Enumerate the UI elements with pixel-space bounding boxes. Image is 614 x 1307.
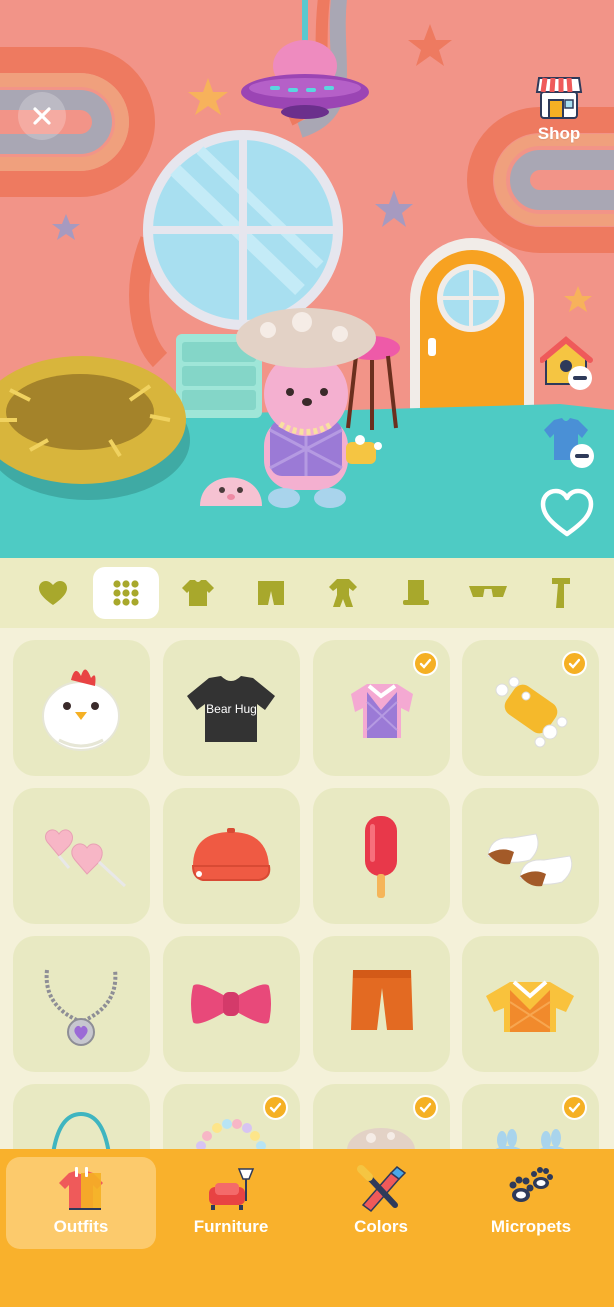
tab-accessories[interactable] <box>528 567 594 619</box>
tab-favorites[interactable] <box>20 567 86 619</box>
paw-icon <box>509 1167 553 1202</box>
bag-icon <box>51 1111 111 1149</box>
tab-all[interactable] <box>92 567 159 619</box>
scarf-icon <box>551 578 570 608</box>
nav-colors-label: Colors <box>354 1217 408 1236</box>
sunglasses-icon <box>469 586 508 597</box>
item-orange-shorts[interactable] <box>313 936 450 1072</box>
vest-orange-icon <box>486 980 574 1032</box>
shorts-icon <box>351 970 413 1030</box>
favorite-button[interactable] <box>540 488 594 545</box>
cap-icon <box>191 828 271 881</box>
nav-outfits-label: Outfits <box>53 1217 109 1236</box>
nav-micropets-label: Micropets <box>490 1217 572 1236</box>
item-heart-necklace[interactable] <box>13 936 150 1072</box>
grid-icon <box>112 580 139 606</box>
shirt-icon <box>182 580 215 606</box>
remove-furniture-button[interactable] <box>539 336 596 399</box>
close-icon <box>33 107 51 125</box>
tab-bottoms[interactable] <box>238 567 304 619</box>
category-bar <box>0 558 614 628</box>
heart-glasses-icon <box>45 829 127 888</box>
onesie-icon <box>329 579 358 607</box>
shoes-icon <box>487 833 573 887</box>
item-bead-bracelet[interactable] <box>163 1084 300 1149</box>
item-bubble-sponge[interactable] <box>462 640 599 776</box>
nav-furniture-label: Furniture <box>193 1217 269 1236</box>
item-orange-plaid-vest[interactable] <box>462 936 599 1072</box>
necklace-icon <box>44 969 118 1046</box>
bow-icon <box>191 984 271 1024</box>
shop-button[interactable]: Shop <box>528 72 590 152</box>
equipped-check-icon <box>562 1095 587 1120</box>
pants-icon <box>257 581 284 605</box>
nav-furniture[interactable]: Furniture <box>156 1157 306 1249</box>
popsicle-icon <box>365 816 397 898</box>
item-pink-bow[interactable] <box>163 936 300 1072</box>
paintbrush-icon <box>357 1165 407 1213</box>
house-minus-icon <box>539 336 593 390</box>
item-bunny-slippers[interactable] <box>462 1084 599 1149</box>
tab-hats[interactable] <box>383 567 449 619</box>
item-brown-shoes[interactable] <box>462 788 599 924</box>
tab-tops[interactable] <box>165 567 231 619</box>
room-illustration <box>0 0 614 558</box>
equipped-check-icon <box>562 651 587 676</box>
tab-glasses[interactable] <box>455 567 521 619</box>
item-teal-bag[interactable] <box>13 1084 150 1149</box>
item-grid: Bear Hug <box>0 628 614 1149</box>
item-mushroom-hat[interactable] <box>313 1084 450 1149</box>
shop-icon <box>535 77 583 119</box>
nav-colors[interactable]: Colors <box>306 1157 456 1249</box>
heart-outline-icon <box>540 488 594 537</box>
close-button[interactable] <box>18 92 66 140</box>
sofa-lamp-icon <box>209 1168 255 1210</box>
top-hat-icon <box>402 580 429 605</box>
nav-micropets[interactable]: Micropets <box>456 1157 606 1249</box>
heart-icon <box>39 581 67 605</box>
item-purple-plaid-vest[interactable] <box>313 640 450 776</box>
nav-outfits[interactable]: Outfits <box>6 1157 156 1249</box>
equipped-check-icon <box>263 1095 288 1120</box>
equipped-check-icon <box>413 1095 438 1120</box>
remove-outfit-button[interactable] <box>540 414 596 475</box>
item-popsicle[interactable] <box>313 788 450 924</box>
item-red-cap[interactable] <box>163 788 300 924</box>
tab-full-body[interactable] <box>310 567 376 619</box>
room-scene: Shop <box>0 0 614 558</box>
equipped-check-icon <box>413 651 438 676</box>
item-chicken-hat[interactable] <box>13 640 150 776</box>
item-bear-hug-tshirt[interactable]: Bear Hug <box>163 640 300 776</box>
bottom-nav: Outfits Furniture Colors Micropets <box>0 1149 614 1307</box>
chicken-hat-icon <box>42 669 120 751</box>
outfits-icon <box>59 1167 103 1210</box>
item-heart-glasses[interactable] <box>13 788 150 924</box>
shirt-minus-icon <box>544 418 594 468</box>
shop-label: Shop <box>537 124 581 143</box>
tshirt-print-text: Bear Hug <box>206 702 257 716</box>
